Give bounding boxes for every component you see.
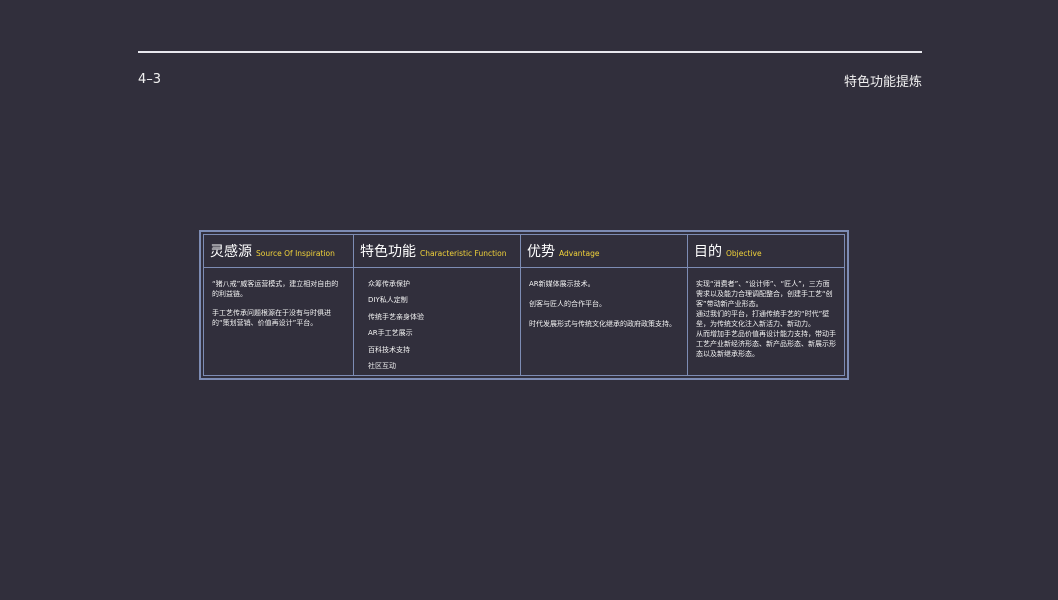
list-item: 百科技术支持 [368,345,410,354]
header-en: Advantage [559,248,600,258]
header-zh: 灵感源 [210,244,252,260]
paragraph: 通过我们的平台，打通传统手艺的“时代”壁垒，为传统文化注入新活力、新动力。 [696,310,830,328]
header-zh: 目的 [694,244,722,260]
paragraph: 时代发展形式与传统文化继承的政府政策支持。 [529,320,676,328]
paragraph: 手工艺传承问题根源在于没有与时俱进的“策划营销、价值再设计”平台。 [212,309,331,327]
list-item: 传统手艺亲身体验 [368,312,424,321]
function-content: 众筹传承保护 DIY私人定制 传统手艺亲身体验 AR手工艺展示 百科技术支持 社… [354,268,521,375]
list-item: AR手工艺展示 [368,329,413,338]
advantage-content: AR新媒体展示技术。 创客与匠人的合作平台。 时代发展形式与传统文化继承的政府政… [521,268,688,375]
top-divider [138,51,922,53]
header-objective: 目的 Objective [688,235,844,268]
header-function: 特色功能 Characteristic Function [354,235,521,268]
header-en: Objective [726,248,762,258]
list-item: DIY私人定制 [368,296,408,305]
section-title: 特色功能提炼 [843,75,922,90]
objective-content: 实现“消费者”、“设计师”、“匠人”，三方面需求以及能力合理调配整合，创建手工艺… [688,268,844,375]
paragraph: 从而增加手艺品价值再设计能力支持，带动手工艺产业新经济形态、新产品形态、新展示形… [696,330,836,358]
feature-table-grid: 灵感源 Source Of Inspiration 特色功能 Character… [203,234,845,376]
paragraph: “猪八戒”威客运营模式，建立相对自由的的利益链。 [212,280,339,298]
paragraph: AR新媒体展示技术。 [529,280,595,288]
list-item: 众筹传承保护 [368,280,410,288]
paragraph: 创客与匠人的合作平台。 [529,300,606,308]
feature-table: 灵感源 Source Of Inspiration 特色功能 Character… [199,230,849,380]
header-inspiration: 灵感源 Source Of Inspiration [204,235,354,268]
header-zh: 优势 [527,244,555,260]
page-number: 4–3 [138,72,162,87]
inspiration-content: “猪八戒”威客运营模式，建立相对自由的的利益链。 手工艺传承问题根源在于没有与时… [204,268,354,375]
header-en: Source Of Inspiration [256,248,335,258]
list-item: 社区互动 [368,361,396,370]
header-advantage: 优势 Advantage [521,235,688,268]
header-zh: 特色功能 [360,244,416,260]
paragraph: 实现“消费者”、“设计师”、“匠人”，三方面需求以及能力合理调配整合，创建手工艺… [696,280,833,308]
header-en: Characteristic Function [420,248,507,258]
